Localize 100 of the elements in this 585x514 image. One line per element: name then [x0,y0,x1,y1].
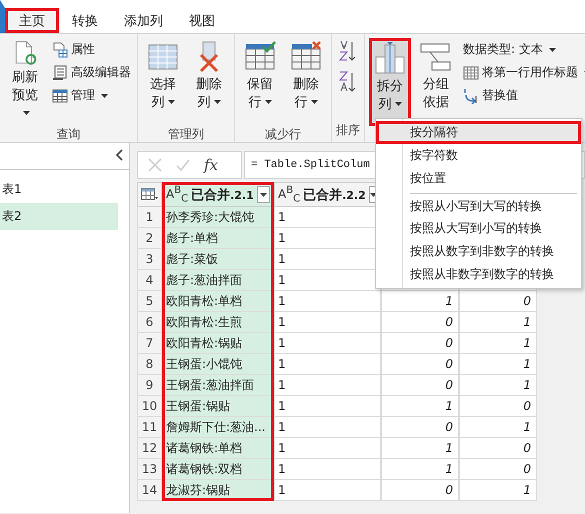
query-item[interactable]: 表1 [0,176,118,203]
ribbon-button[interactable]: 保留 行 [239,38,281,126]
caret-icon [264,100,272,104]
ribbon-button[interactable]: 数据类型: 文本 [461,40,585,59]
check-icon[interactable] [176,158,190,172]
table-cell: 彪子:葱油拌面 [162,270,274,291]
table-cell: 0 [459,459,537,480]
properties-icon [52,42,68,58]
filter-button[interactable] [256,186,270,203]
row-number: 9 [137,375,162,396]
ribbon-tab[interactable]: 转换 [59,8,111,33]
caret-icon [394,102,402,106]
row-number: 3 [137,249,162,270]
ribbon-button[interactable]: 刷新 预览 [4,38,46,126]
row-number: 8 [137,354,162,375]
group-label: 查询 [56,126,80,143]
column-header[interactable]: A$^{B}$$_{C}$ 已合并.2.1 [162,182,274,207]
table-cell: 1 [274,333,381,354]
table-cell: 1 [274,396,381,417]
ribbon-button[interactable]: 删除 行 [285,38,327,126]
table-cell: 1 [274,438,381,459]
table-cell: 1 [274,291,381,312]
row-number: 5 [137,291,162,312]
ribbon-button[interactable]: 删除 列 [188,38,230,126]
table-cell: 1 [274,459,381,480]
table-menu[interactable] [137,182,162,207]
table-cell: 0 [459,438,537,459]
ribbon-tab[interactable]: 主页 [5,8,59,33]
row-number: 4 [137,270,162,291]
column-name: 已合并.2.1 [191,186,254,204]
table-cell: 1 [459,354,537,375]
table-cell: 1 [274,375,381,396]
row-number: 11 [137,417,162,438]
group-label: 管理列 [168,126,204,143]
collapse-icon[interactable] [115,149,123,161]
group-by-icon [420,41,452,73]
table-cell: 彪子:单档 [162,228,274,249]
row-number: 6 [137,312,162,333]
row-number: 13 [137,459,162,480]
table-cell: 0 [381,354,459,375]
table-cell: 0 [459,396,537,417]
table-cell: 1 [459,375,537,396]
caret-icon [168,100,174,104]
table-cell: 1 [274,312,381,333]
table-cell: 王钢蛋:小馄饨 [162,354,274,375]
caret-icon [101,94,108,98]
row-number: 1 [137,207,162,228]
table-cell: 彪子:菜饭 [162,249,274,270]
caret-icon [23,111,30,116]
menu-item[interactable]: 按字符数 [376,144,581,167]
row-number: 12 [137,438,162,459]
caret-icon [260,192,267,196]
table-icon [463,64,479,80]
table-cell: 欧阳青松:生煎 [162,312,274,333]
caret-icon [310,100,318,104]
table-cell: 1 [459,312,537,333]
ribbon-button[interactable]: 管理 [50,86,133,105]
table-cell: 1 [459,333,537,354]
ribbon-button[interactable]: 高级编辑器 [50,63,133,82]
ribbon-tab[interactable]: 视图 [176,8,228,33]
row-number: 7 [137,333,162,354]
ribbon-button[interactable]: 属性 [50,40,133,59]
table-cell: 1 [381,396,459,417]
table-cell: 诸葛钢铁:双档 [162,459,274,480]
table-icon [52,88,68,104]
table-cell: 王钢蛋:锅贴 [162,396,274,417]
row-number: 14 [137,480,162,501]
group-label: 减少行 [265,126,301,143]
table-cell: 诸葛钢铁:单档 [162,438,274,459]
ribbon-button[interactable]: 替换值 [461,86,585,105]
table-icon [141,188,158,201]
table-cell: 詹姆斯下仕:葱油... [162,417,274,438]
table-cell: 1 [274,480,381,501]
row-number: 10 [137,396,162,417]
ribbon-tab[interactable]: 添加列 [111,8,176,33]
row-number: 2 [137,228,162,249]
replace-icon [463,88,479,104]
table-cell: 1 [274,417,381,438]
table-cell: 王钢蛋:葱油拌面 [162,375,274,396]
table-cell: 1 [381,459,459,480]
query-item[interactable]: 表2 [0,203,118,230]
sort-descending-icon [338,71,356,93]
fx-button[interactable]: fx [204,156,218,174]
caret-icon [548,48,556,52]
menu-item[interactable]: 按分隔符 [376,121,581,144]
column-name: 已合并.2.2 [303,186,366,204]
table-cell: 孙李秀珍:大馄饨 [162,207,274,228]
sort-ascending-icon [338,40,356,62]
table-cell: 1 [381,438,459,459]
table-cell: 0 [381,375,459,396]
table-cell: 1 [459,417,537,438]
table-cell: 0 [381,333,459,354]
ribbon-button[interactable]: 拆分 列 [369,38,411,126]
table-cell: 0 [459,291,537,312]
group-label: 排序 [336,122,360,139]
table-cell: 0 [381,312,459,333]
ribbon-button[interactable]: 选择 列 [142,38,184,126]
caret-icon [214,100,220,104]
table-cell: 1 [274,354,381,375]
ribbon-button[interactable]: 将第一行用作标题 [461,63,585,82]
